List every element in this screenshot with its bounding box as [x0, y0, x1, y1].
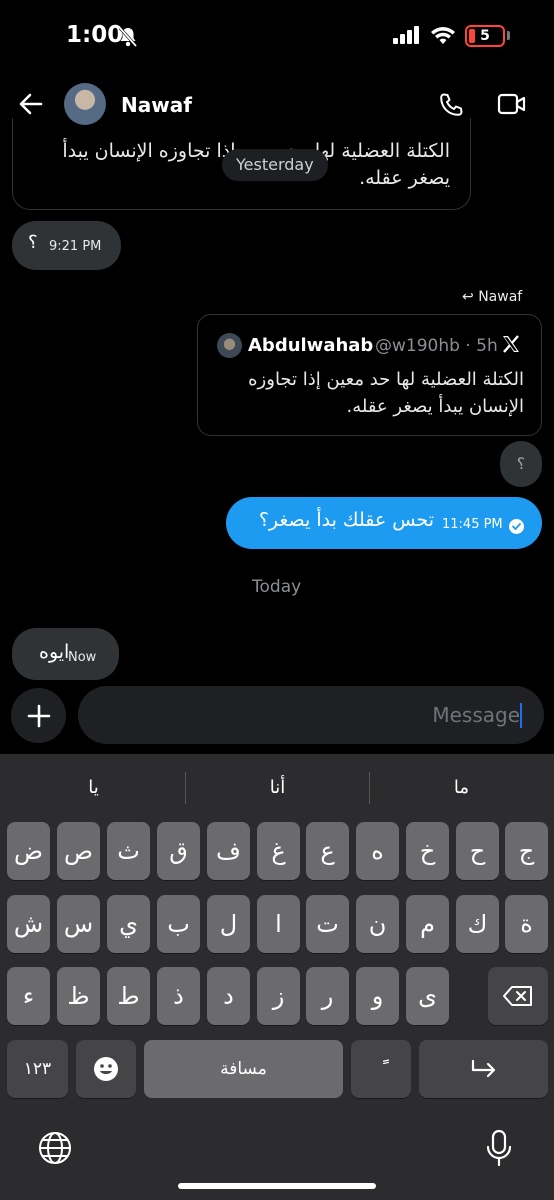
battery-tip: [507, 31, 510, 40]
video-call-icon[interactable]: [497, 92, 527, 120]
bell-muted-icon: [118, 26, 138, 52]
suggestion-2[interactable]: أنا: [186, 766, 369, 810]
back-arrow-icon[interactable]: [18, 91, 44, 121]
message-timestamp: 9:21 PM: [49, 239, 102, 254]
suggestion-1[interactable]: يا: [2, 766, 185, 810]
x-logo-icon: [501, 334, 521, 360]
key[interactable]: ب: [157, 895, 200, 953]
message-bubble-incoming[interactable]: ايوه Now: [12, 628, 119, 680]
quoted-post-text: الكتلة العضلية لها حد معين إذا تجاوزه ال…: [248, 369, 524, 417]
key[interactable]: ء: [7, 967, 50, 1025]
signal-icon: [393, 26, 421, 48]
message-text: تحس عقلك بدأ يصغر؟: [258, 509, 434, 531]
key[interactable]: ة: [505, 895, 548, 953]
microphone-icon[interactable]: [486, 1129, 512, 1171]
key[interactable]: ز: [257, 967, 300, 1025]
key[interactable]: ص: [57, 822, 100, 880]
globe-icon[interactable]: [38, 1131, 72, 1169]
message-bubble-incoming-small[interactable]: ؟: [500, 441, 542, 487]
key[interactable]: م: [406, 895, 449, 953]
reply-indicator: ↩ Nawaf: [462, 289, 522, 305]
key[interactable]: ا: [257, 895, 300, 953]
return-icon: [471, 1059, 495, 1078]
space-key[interactable]: مسافة: [144, 1040, 343, 1098]
text-caret: [520, 703, 522, 728]
key[interactable]: خ: [406, 822, 449, 880]
key[interactable]: ك: [456, 895, 499, 953]
key[interactable]: ر: [306, 967, 349, 1025]
emoji-icon: [94, 1057, 118, 1081]
diacritic-key[interactable]: ًً: [351, 1040, 411, 1098]
message-bubble-incoming[interactable]: ؟ 9:21 PM: [12, 221, 121, 270]
date-separator-today: Today: [252, 577, 302, 597]
key[interactable]: ط: [107, 967, 150, 1025]
numbers-key[interactable]: ١٢٣: [7, 1040, 68, 1098]
key[interactable]: ع: [306, 822, 349, 880]
home-indicator[interactable]: [178, 1183, 376, 1189]
plus-icon: [27, 704, 50, 727]
key[interactable]: ف: [207, 822, 250, 880]
backspace-icon: [503, 986, 532, 1006]
add-attachment-button[interactable]: [11, 688, 66, 743]
key[interactable]: ه: [356, 822, 399, 880]
status-time: 1:00: [66, 22, 124, 48]
battery-level: 5: [480, 28, 490, 44]
reply-to-name: Nawaf: [478, 289, 523, 305]
message-bubble-outgoing[interactable]: تحس عقلك بدأ يصغر؟ 11:45 PM: [226, 497, 542, 549]
message-timestamp: 11:45 PM: [442, 517, 503, 532]
message-text: ايوه: [39, 641, 70, 663]
key[interactable]: غ: [257, 822, 300, 880]
suggestion-3[interactable]: ما: [370, 766, 553, 810]
date-separator-yesterday: Yesterday: [222, 149, 328, 181]
wifi-icon: [430, 25, 456, 49]
message-input[interactable]: [78, 686, 544, 744]
key[interactable]: ظ: [57, 967, 100, 1025]
key[interactable]: ج: [505, 822, 548, 880]
read-check-icon: [509, 519, 524, 534]
key[interactable]: س: [57, 895, 100, 953]
key[interactable]: ث: [107, 822, 150, 880]
key[interactable]: د: [207, 967, 250, 1025]
reply-arrow-icon: ↩: [462, 289, 474, 305]
battery-icon: 5: [465, 25, 505, 47]
key[interactable]: ش: [7, 895, 50, 953]
return-key[interactable]: [419, 1040, 548, 1098]
emoji-key[interactable]: [76, 1040, 136, 1098]
key[interactable]: ى: [406, 967, 449, 1025]
key[interactable]: ل: [207, 895, 250, 953]
key[interactable]: ح: [456, 822, 499, 880]
key[interactable]: ي: [107, 895, 150, 953]
key[interactable]: ق: [157, 822, 200, 880]
message-timestamp: Now: [68, 650, 97, 665]
quoted-author-name: Abdulwahab: [248, 335, 374, 356]
delete-key[interactable]: [488, 967, 548, 1025]
quoted-author-handle: @w190hb · 5h: [375, 336, 498, 356]
contact-name[interactable]: Nawaf: [121, 93, 192, 117]
quoted-author-avatar: [217, 333, 242, 358]
key[interactable]: ذ: [157, 967, 200, 1025]
key[interactable]: و: [356, 967, 399, 1025]
key[interactable]: ض: [7, 822, 50, 880]
key[interactable]: ت: [306, 895, 349, 953]
key[interactable]: ن: [356, 895, 399, 953]
status-bar: 1:00 5: [0, 0, 554, 78]
message-text: ؟: [28, 232, 38, 253]
